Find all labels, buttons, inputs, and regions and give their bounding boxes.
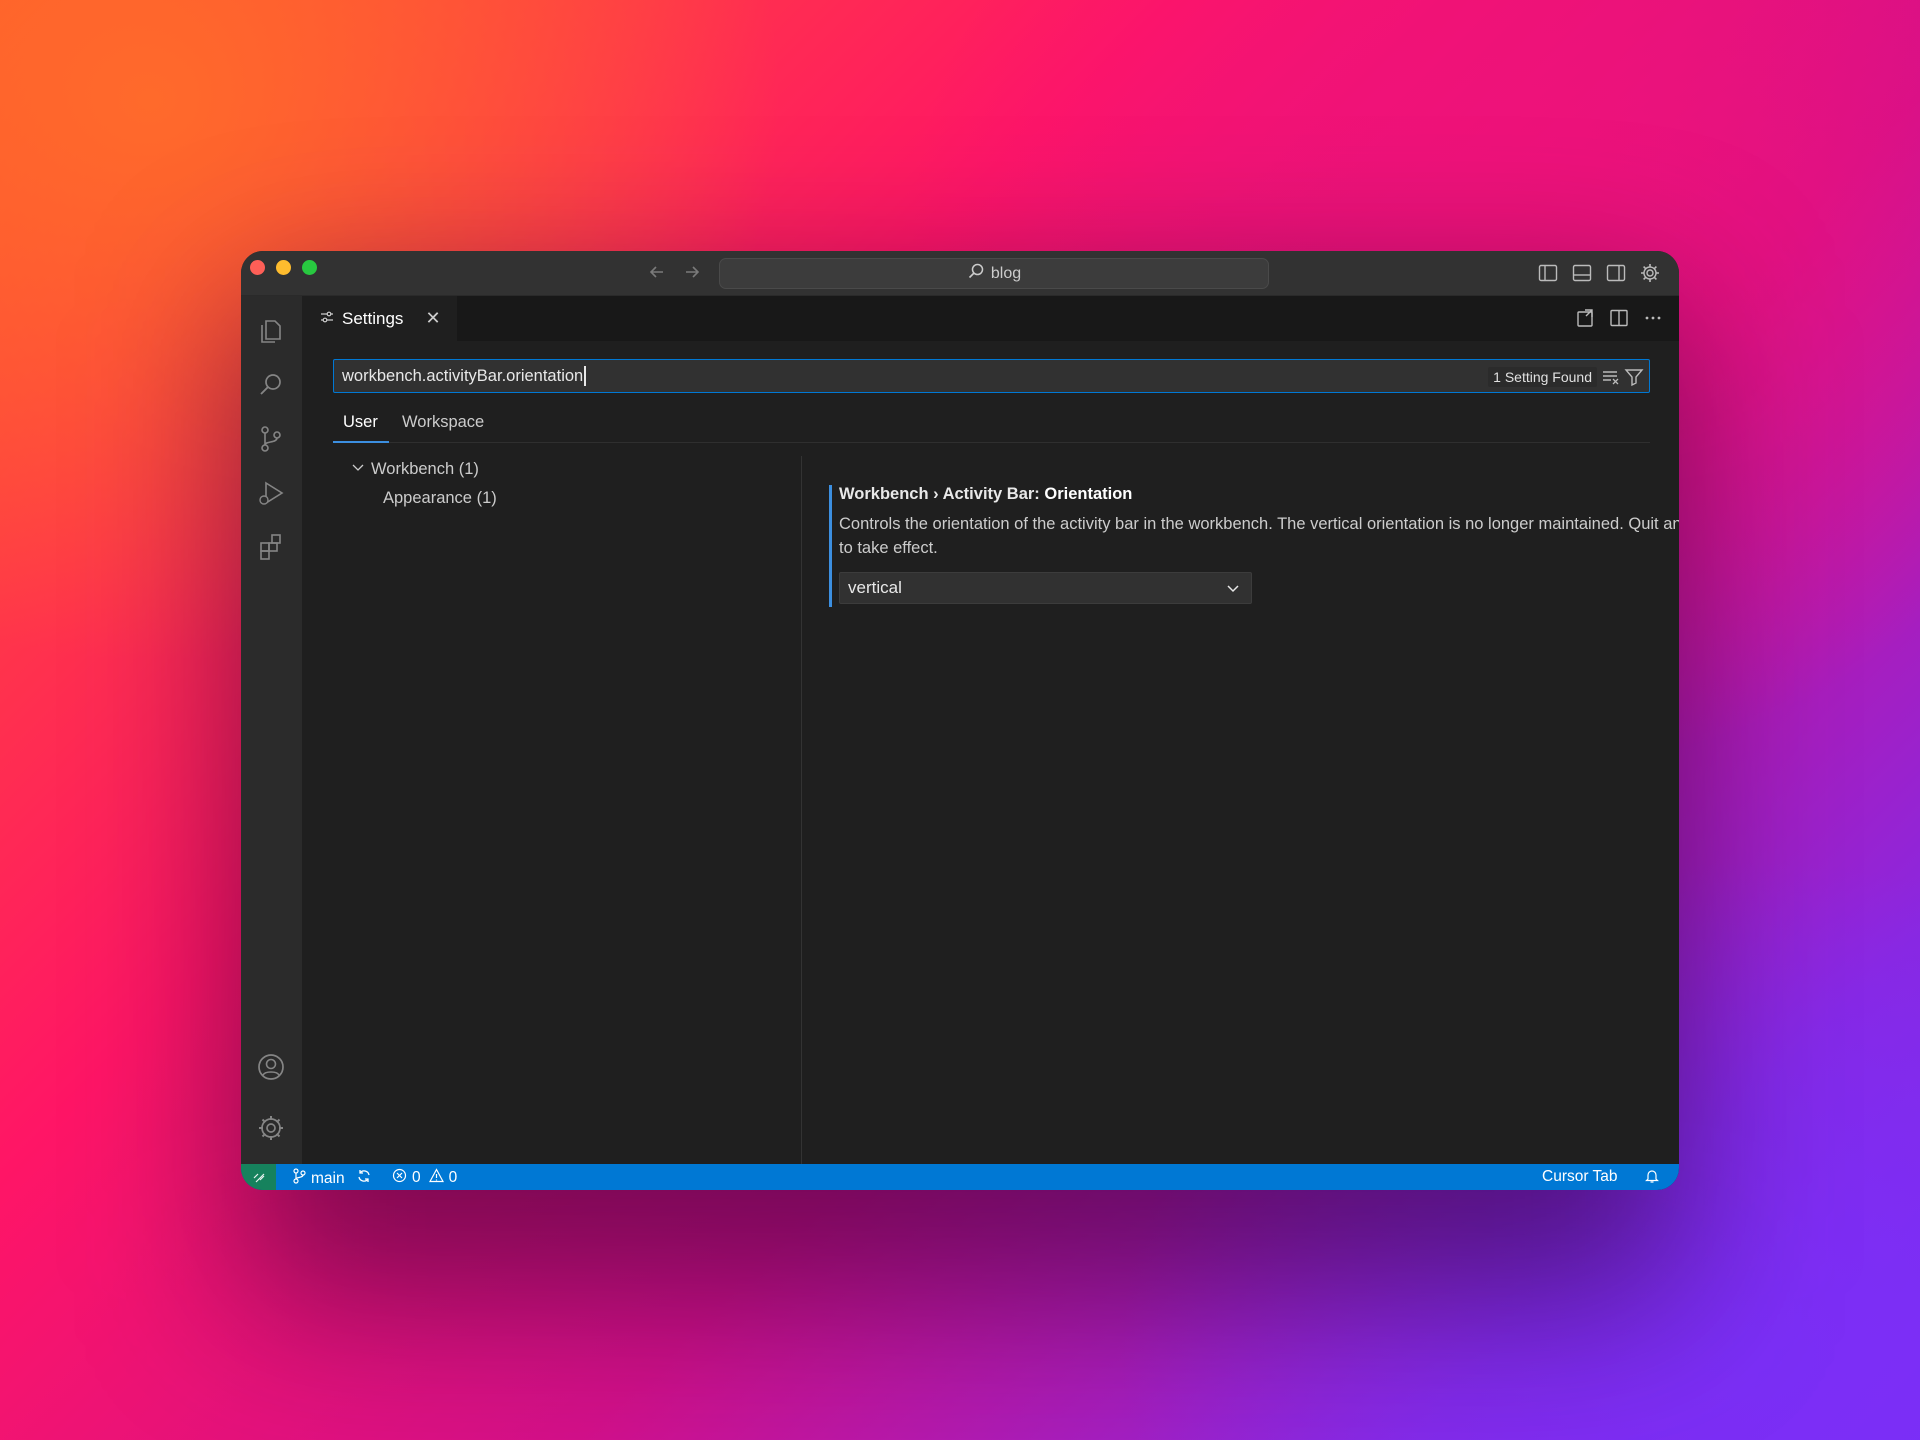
explorer-icon[interactable] [256,316,286,346]
manage-gear-icon[interactable] [256,1113,286,1143]
remote-icon [251,1169,267,1190]
problems-indicator[interactable]: 0 0 [392,1168,457,1188]
close-icon[interactable]: ✕ [425,308,440,329]
tab-workspace[interactable]: Workspace [402,413,484,432]
more-actions-icon[interactable] [1642,307,1664,329]
close-window-button[interactable] [250,260,265,275]
sync-icon[interactable] [356,1168,372,1189]
toggle-panel-icon[interactable] [1571,262,1593,284]
search-query: workbench.activityBar.orientation [342,366,584,385]
setting-title: Workbench › Activity Bar: Orientation [839,485,1659,504]
scope-tabs: User Workspace [333,406,1650,443]
setting-focus-indicator [829,485,832,607]
chevron-down-icon [351,460,365,479]
tab-bar: Settings ✕ [302,296,1679,341]
open-settings-json-icon[interactable] [1574,307,1596,329]
warning-count: 0 [448,1169,458,1186]
gear-icon[interactable] [1639,262,1661,284]
tab-label: Settings [342,308,404,328]
status-bar: main 0 0 Cursor Tab [241,1164,1679,1190]
toggle-primary-sidebar-icon[interactable] [1537,262,1559,284]
setting-name: Orientation [1044,485,1133,503]
search-icon[interactable] [256,370,286,400]
toc-item-workbench[interactable]: Workbench (1) [351,460,479,479]
branch-icon [292,1168,306,1189]
bell-icon[interactable] [1644,1168,1660,1184]
warning-icon [428,1168,444,1188]
chevron-down-icon [1225,580,1241,596]
clear-filter-icon[interactable] [1601,367,1621,387]
text-caret [584,366,586,386]
setting-item: Workbench › Activity Bar: Orientation Co… [829,485,1679,607]
remote-indicator[interactable] [241,1164,276,1190]
settings-search-input[interactable]: workbench.activityBar.orientation 1 Sett… [333,359,1650,393]
branch-indicator[interactable]: main [292,1168,372,1189]
maximize-window-button[interactable] [302,260,317,275]
error-count: 0 [412,1169,421,1186]
cursor-tab-indicator[interactable]: Cursor Tab [1542,1168,1618,1186]
settings-icon [320,309,334,329]
forward-arrow-icon[interactable] [681,261,703,283]
search-icon [967,262,985,285]
filter-icon[interactable] [1624,367,1644,387]
command-center-label: blog [990,264,1022,282]
extensions-icon[interactable] [256,532,286,562]
command-center[interactable]: blog [719,258,1269,289]
activity-bar [241,296,302,1164]
toc-item-appearance[interactable]: Appearance (1) [383,489,497,508]
tab-user[interactable]: User [343,413,378,432]
tab-settings[interactable]: Settings ✕ [302,296,457,341]
app-window: blog Settings ✕ workbench.activityBar.or… [241,251,1679,1190]
orientation-select[interactable]: vertical [839,572,1252,604]
error-icon [392,1168,407,1188]
results-count-badge: 1 Setting Found [1488,367,1597,387]
select-value: vertical [848,578,902,597]
split-editor-icon[interactable] [1608,307,1630,329]
setting-description: Controls the orientation of the activity… [839,515,1679,557]
title-bar: blog [241,251,1679,296]
account-icon[interactable] [256,1052,286,1082]
setting-category: Workbench › Activity Bar: [839,485,1045,503]
active-tab-indicator [333,441,389,443]
branch-name: main [311,1169,345,1187]
toc-label: Workbench (1) [371,460,479,478]
minimize-window-button[interactable] [276,260,291,275]
toggle-secondary-sidebar-icon[interactable] [1605,262,1627,284]
run-debug-icon[interactable] [256,478,286,508]
source-control-icon[interactable] [256,424,286,454]
settings-editor: Settings ✕ workbench.activityBar.orienta… [302,296,1679,1164]
toc-divider [801,456,802,1164]
back-arrow-icon[interactable] [646,261,668,283]
